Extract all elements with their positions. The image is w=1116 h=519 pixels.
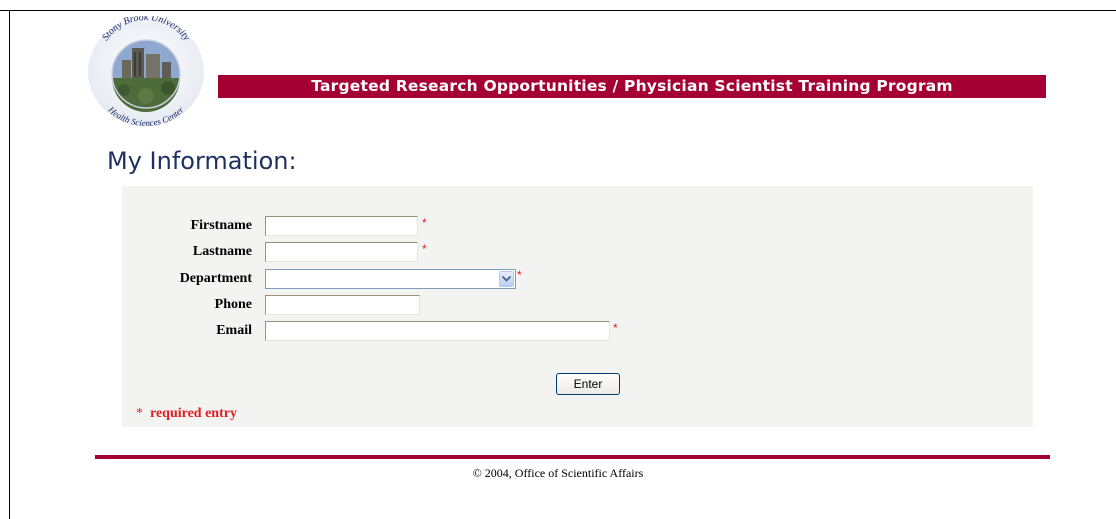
- firstname-input[interactable]: [265, 216, 418, 236]
- footer-copyright: © 2004, Office of Scientific Affairs: [472, 466, 644, 480]
- lastname-input[interactable]: [265, 242, 418, 262]
- firstname-label: Firstname: [190, 218, 252, 233]
- department-select[interactable]: [265, 269, 516, 289]
- enter-button[interactable]: Enter: [556, 373, 620, 395]
- firstname-required-marker: *: [422, 216, 427, 230]
- department-required-marker: *: [517, 268, 522, 282]
- phone-input[interactable]: [265, 295, 420, 315]
- window-frame-left: [9, 10, 10, 519]
- required-entry-note: * required entry: [136, 406, 237, 422]
- program-banner: Targeted Research Opportunities / Physic…: [218, 75, 1046, 98]
- email-label: Email: [216, 323, 252, 338]
- email-required-marker: *: [613, 321, 618, 335]
- department-label: Department: [179, 271, 252, 286]
- lastname-required-marker: *: [422, 242, 427, 256]
- lastname-label: Lastname: [192, 244, 252, 259]
- university-logo: Stony Brook University Health Sciences C…: [86, 12, 206, 128]
- email-input[interactable]: [265, 321, 610, 341]
- footer-divider: [95, 455, 1050, 459]
- required-note-text: required entry: [150, 406, 237, 421]
- dropdown-arrow-button[interactable]: [499, 271, 514, 287]
- page-title: My Information:: [107, 147, 297, 175]
- phone-label: Phone: [214, 297, 252, 312]
- window-frame-top: [0, 10, 1116, 11]
- chevron-down-icon: [502, 276, 511, 282]
- required-note-marker: *: [136, 406, 143, 421]
